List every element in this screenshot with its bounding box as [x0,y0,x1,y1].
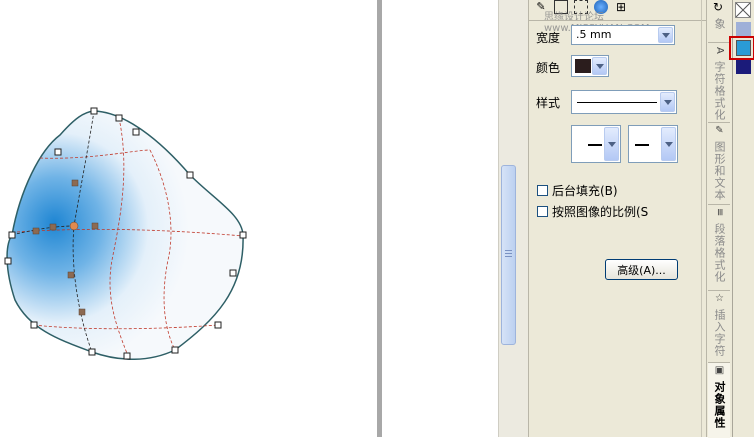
drawing-canvas-right[interactable] [382,0,498,437]
chevron-down-icon[interactable] [661,127,676,161]
chevron-down-icon[interactable] [658,27,673,43]
refresh-icon[interactable]: ↻ [709,0,727,16]
color-palette [729,0,754,437]
tab-para-format[interactable]: ≡ 段落格式化 [708,204,730,289]
mesh-fill-shape[interactable] [0,0,378,437]
behind-fill-label: 后台填充(B) [552,184,618,198]
shape-outline[interactable] [6,110,244,360]
behind-fill-checkbox[interactable] [537,185,548,196]
scale-with-image-checkbox[interactable] [537,206,548,217]
lavender-swatch[interactable] [736,22,751,36]
tab-shape-text[interactable]: ✎ 图形和文本 [708,122,730,203]
start-arrow-dropdown[interactable] [571,125,621,163]
chevron-down-icon[interactable] [592,57,607,75]
arrow-preview [635,144,649,146]
no-color-swatch[interactable] [735,2,751,18]
char-format-icon: A [714,47,725,55]
docker-inner-border [701,0,702,437]
tab-insert-char[interactable]: ☆ 插入字符 [708,290,730,361]
behind-fill-option[interactable]: 后台填充(B) [537,182,618,199]
width-value: .5 mm [576,28,612,41]
color-label: 颜色 [536,61,561,75]
line-style-preview [577,102,657,103]
width-dropdown[interactable]: .5 mm [571,25,675,45]
paragraph-icon: ≡ [714,208,725,218]
style-label: 样式 [536,96,561,110]
scale-with-image-label: 按照图像的比例(S [552,205,649,219]
scale-with-image-option[interactable]: 按照图像的比例(S [537,203,648,220]
blue-swatch[interactable] [736,40,751,56]
scrollbar-thumb[interactable] [501,165,516,345]
tab-char-format[interactable]: A 字符格式化 [708,42,730,121]
properties-icon: ▣ [714,365,725,377]
navy-swatch[interactable] [736,60,751,74]
width-label: 宽度 [536,31,561,45]
toolbar-separator [529,20,707,21]
color-picker[interactable] [571,55,609,77]
end-arrow-dropdown[interactable] [628,125,678,163]
shape-text-icon: ✎ [714,125,725,137]
star-icon: ☆ [714,293,725,305]
tab-object-properties[interactable]: ▣ 对象属性 [708,362,730,438]
arrow-preview [588,144,602,146]
drawing-canvas-left[interactable] [0,0,378,437]
chevron-down-icon[interactable] [660,92,675,112]
tab-partial[interactable]: 象 [708,18,730,40]
chevron-down-icon[interactable] [604,127,619,161]
advanced-button[interactable]: 高级(A)... [605,259,678,280]
object-properties-docker: ✎ ⊞ 思缘设计论坛 www.MISSYUAN.COM 宽度 .5 mm 颜色 … [528,0,707,437]
line-style-dropdown[interactable] [571,90,677,114]
color-swatch [575,59,591,73]
